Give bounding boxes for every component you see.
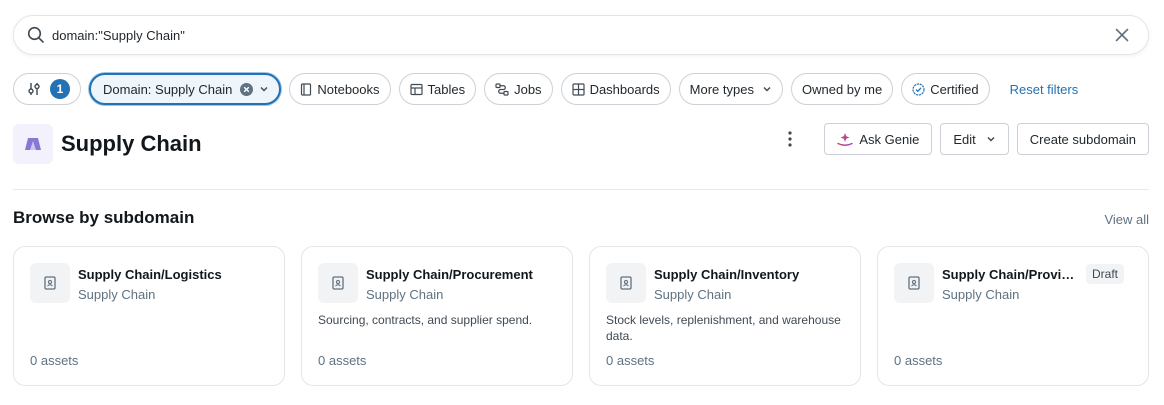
subdomain-name: Supply Chain/Provisioning xyxy=(942,267,1077,282)
subdomain-name: Supply Chain/Procurement xyxy=(366,267,533,282)
divider xyxy=(13,189,1149,190)
subdomain-book-icon xyxy=(606,263,646,303)
certified-label: Certified xyxy=(930,81,979,97)
kebab-menu-icon[interactable] xyxy=(778,123,802,155)
jobs-filter-chip[interactable]: Jobs xyxy=(484,73,553,105)
subdomain-cards: Supply Chain/Logistics Supply Chain 0 as… xyxy=(13,246,1149,386)
chevron-down-icon xyxy=(259,84,269,94)
domain-actions: Ask Genie Edit Create subdomain xyxy=(778,123,1149,155)
edit-label: Edit xyxy=(953,131,976,147)
domain-tent-icon xyxy=(13,124,53,164)
subdomain-book-icon xyxy=(30,263,70,303)
subdomain-parent: Supply Chain xyxy=(78,287,156,302)
subdomain-card[interactable]: Supply Chain/Inventory Supply Chain Stoc… xyxy=(589,246,861,386)
owned-by-me-label: Owned by me xyxy=(801,81,883,97)
subdomain-name: Supply Chain/Inventory xyxy=(654,267,800,282)
more-types-dropdown[interactable]: More types xyxy=(678,73,783,105)
table-icon xyxy=(409,83,423,96)
page-title: Supply Chain xyxy=(61,131,202,156)
subdomain-name: Supply Chain/Logistics xyxy=(78,267,222,282)
subdomain-parent: Supply Chain xyxy=(366,287,444,302)
subdomain-asset-count: 0 assets xyxy=(606,353,655,368)
owned-by-me-chip[interactable]: Owned by me xyxy=(790,73,894,105)
genie-sparkle-icon xyxy=(837,132,854,146)
search-input[interactable] xyxy=(52,16,1110,54)
create-subdomain-button[interactable]: Create subdomain xyxy=(1016,123,1149,155)
search-icon xyxy=(26,25,46,45)
ask-genie-label: Ask Genie xyxy=(859,131,920,147)
filter-bar: 1 Domain: Supply Chain Notebooks Tables … xyxy=(13,73,1078,105)
close-icon[interactable] xyxy=(1110,23,1134,47)
notebook-icon xyxy=(300,82,312,96)
ask-genie-button[interactable]: Ask Genie xyxy=(824,123,933,155)
subdomain-book-icon xyxy=(318,263,358,303)
jobs-label: Jobs xyxy=(514,81,542,97)
subdomain-book-icon xyxy=(894,263,934,303)
notebooks-label: Notebooks xyxy=(317,81,380,97)
chevron-down-icon xyxy=(762,84,772,94)
subdomain-parent: Supply Chain xyxy=(942,287,1020,302)
chevron-down-icon xyxy=(986,134,996,144)
tables-filter-chip[interactable]: Tables xyxy=(398,73,477,105)
subdomain-card[interactable]: Supply Chain/Logistics Supply Chain 0 as… xyxy=(13,246,285,386)
subdomain-card[interactable]: Supply Chain/Procurement Supply Chain So… xyxy=(301,246,573,386)
view-all-link[interactable]: View all xyxy=(1104,212,1149,227)
domain-filter-label: Domain: Supply Chain xyxy=(103,81,233,97)
certified-icon xyxy=(912,82,925,96)
subdomain-description: Sourcing, contracts, and supplier spend. xyxy=(318,313,533,327)
certified-chip[interactable]: Certified xyxy=(901,73,990,105)
subdomain-asset-count: 0 assets xyxy=(318,353,367,368)
clear-circle-icon[interactable] xyxy=(240,82,254,96)
dashboards-filter-chip[interactable]: Dashboards xyxy=(560,73,671,105)
subdomain-description: Stock levels, replenishment, and warehou… xyxy=(606,313,841,343)
reset-filters-link[interactable]: Reset filters xyxy=(1010,82,1079,97)
subdomain-parent: Supply Chain xyxy=(654,287,732,302)
search-bar xyxy=(13,15,1149,55)
create-subdomain-label: Create subdomain xyxy=(1029,131,1136,147)
dashboard-icon xyxy=(571,82,585,96)
workflow-icon xyxy=(495,82,509,96)
domain-header: Supply Chain xyxy=(13,124,202,164)
filter-settings-button[interactable]: 1 xyxy=(13,73,81,105)
more-types-label: More types xyxy=(689,81,754,97)
draft-badge: Draft xyxy=(1085,264,1124,284)
filter-count-badge: 1 xyxy=(50,79,70,99)
section-title: Browse by subdomain xyxy=(13,208,195,227)
notebooks-filter-chip[interactable]: Notebooks xyxy=(289,73,391,105)
subdomain-asset-count: 0 assets xyxy=(30,353,79,368)
edit-dropdown-button[interactable]: Edit xyxy=(940,123,1009,155)
dashboards-label: Dashboards xyxy=(589,81,660,97)
sliders-icon xyxy=(26,81,42,97)
subdomain-card[interactable]: Supply Chain/Provisioning Draft Supply C… xyxy=(877,246,1149,386)
domain-filter-chip[interactable]: Domain: Supply Chain xyxy=(89,73,282,105)
subdomain-asset-count: 0 assets xyxy=(894,353,943,368)
tables-label: Tables xyxy=(427,81,466,97)
